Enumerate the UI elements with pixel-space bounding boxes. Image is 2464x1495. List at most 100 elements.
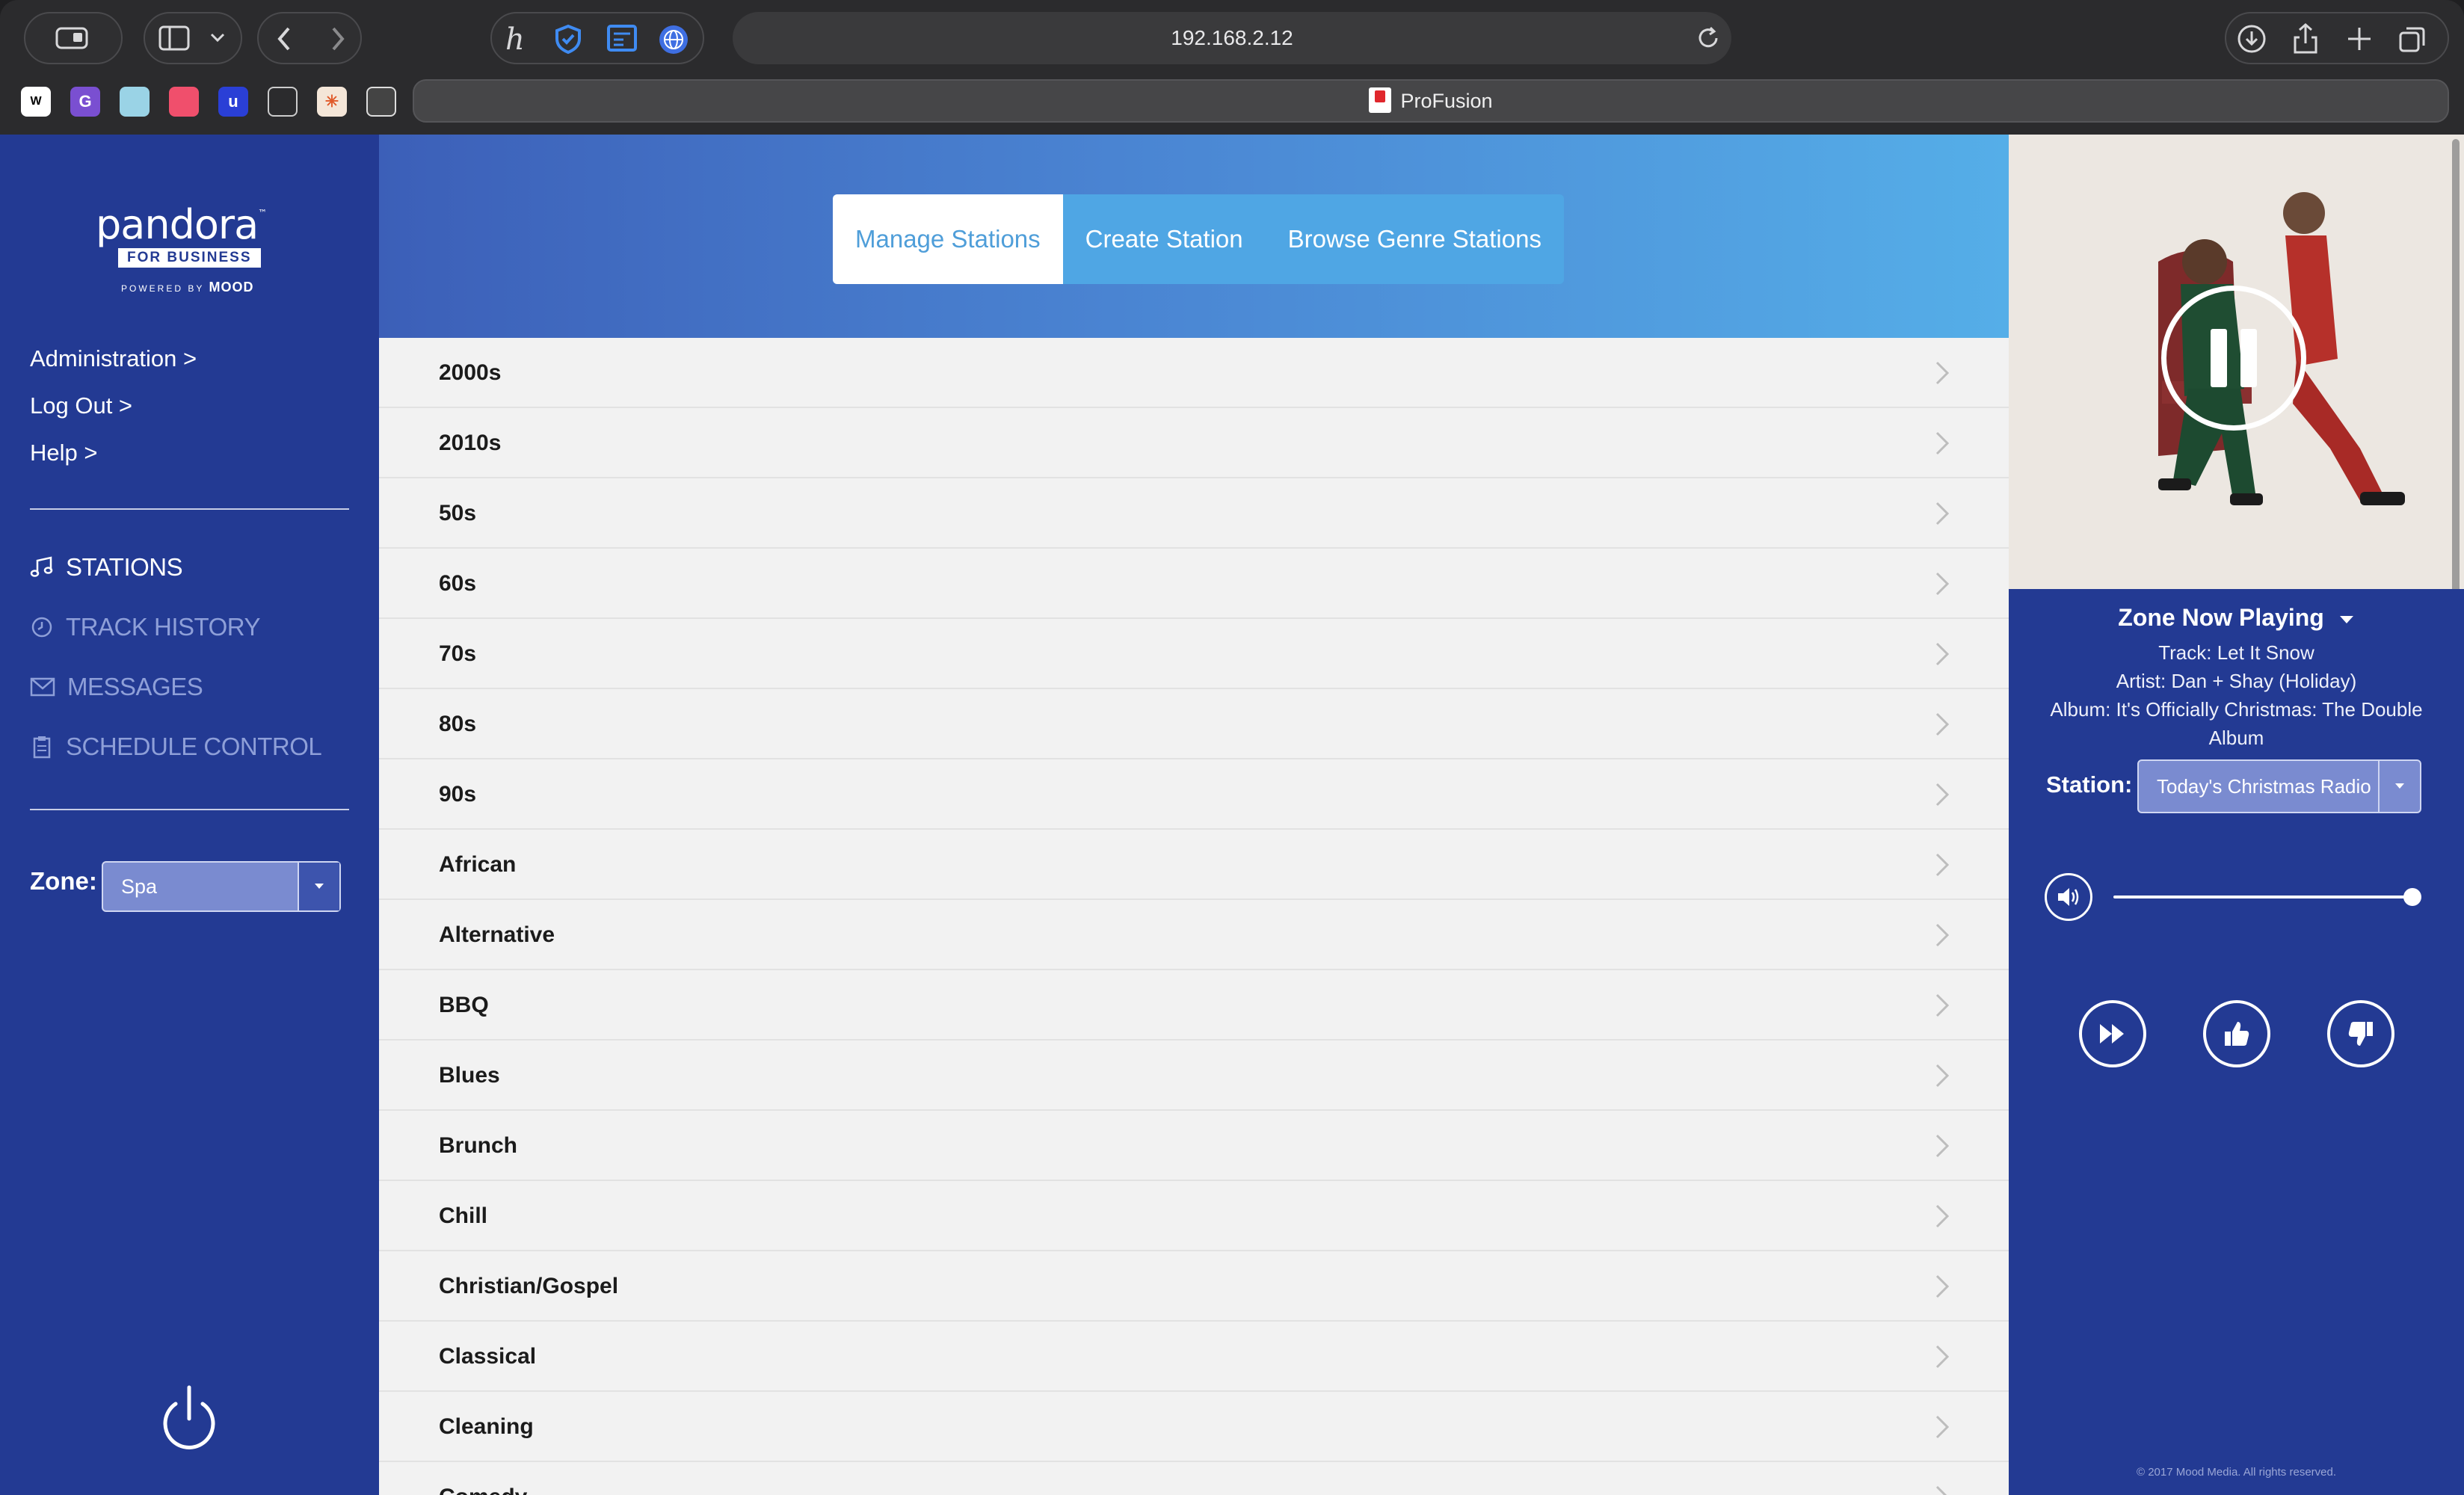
genre-row[interactable]: Blues <box>379 1041 2009 1111</box>
station-tabs: Manage Stations Create Station Browse Ge… <box>833 194 1564 284</box>
nav-schedule-control-label: SCHEDULE CONTROL <box>66 733 322 760</box>
chevron-right-icon <box>1935 572 1950 596</box>
shield-icon[interactable] <box>555 24 582 54</box>
reader-extension-icon[interactable] <box>607 24 637 52</box>
bookmark-icon-3[interactable] <box>120 87 150 117</box>
chevron-right-icon <box>1935 502 1950 525</box>
help-link[interactable]: Help > <box>30 440 97 466</box>
scrollbar[interactable] <box>2452 139 2460 589</box>
sidebar-button[interactable] <box>144 12 242 64</box>
genre-row[interactable]: Alternative <box>379 900 2009 970</box>
administration-link[interactable]: Administration > <box>30 345 197 372</box>
genre-row[interactable]: 2010s <box>379 408 2009 478</box>
chevron-right-icon <box>1935 1415 1950 1439</box>
bookmark-icon-4[interactable] <box>169 87 199 117</box>
reload-icon[interactable] <box>1695 25 1721 51</box>
forward-icon[interactable] <box>326 25 348 52</box>
share-icon[interactable] <box>2292 22 2319 55</box>
window-control[interactable] <box>24 12 123 64</box>
power-button[interactable] <box>155 1381 223 1456</box>
now-playing-album-cont: Album <box>2208 727 2264 749</box>
skip-button[interactable] <box>2079 1000 2146 1067</box>
tab-bar[interactable]: ProFusion <box>413 79 2449 123</box>
genre-row[interactable]: Brunch <box>379 1111 2009 1181</box>
nav-track-history[interactable]: TRACK HISTORY <box>30 613 261 641</box>
nav-schedule-control[interactable]: SCHEDULE CONTROL <box>30 733 322 761</box>
address-text: 192.168.2.12 <box>1171 26 1293 49</box>
chevron-right-icon <box>1935 923 1950 947</box>
nav-messages[interactable]: MESSAGES <box>30 673 203 701</box>
genre-label: Classical <box>439 1344 537 1369</box>
genre-label: BBQ <box>439 993 489 1017</box>
speaker-icon <box>2058 888 2079 906</box>
honey-extension-icon[interactable]: h <box>505 22 525 57</box>
volume-knob[interactable] <box>2403 888 2421 906</box>
globe-icon[interactable] <box>658 24 689 55</box>
address-bar[interactable]: 192.168.2.12 <box>733 12 1731 64</box>
tab-title-text: ProFusion <box>1400 90 1493 112</box>
pandora-logo[interactable]: pandora™ FOR BUSINESS POWERED BY MOOD <box>96 193 283 295</box>
genre-row[interactable]: 50s <box>379 478 2009 549</box>
sidebar-toggle-icon <box>55 27 88 49</box>
divider <box>30 508 349 510</box>
bookmark-icon-8[interactable] <box>366 87 396 117</box>
bookmark-icon-5[interactable]: u <box>218 87 248 117</box>
genre-row[interactable]: African <box>379 830 2009 900</box>
genre-label: African <box>439 852 517 877</box>
app: pandora™ FOR BUSINESS POWERED BY MOOD Ad… <box>0 135 2464 1495</box>
chevron-right-icon <box>1935 361 1950 385</box>
now-playing-track: Track: Let It Snow <box>2158 641 2314 664</box>
volume-button[interactable] <box>2045 873 2092 921</box>
tab-manage-stations[interactable]: Manage Stations <box>833 194 1063 284</box>
chevron-right-icon <box>1935 1204 1950 1228</box>
tab-browse-genre-stations[interactable]: Browse Genre Stations <box>1266 194 1564 284</box>
bookmark-icon-2[interactable]: G <box>70 87 100 117</box>
genre-label: Cleaning <box>439 1414 534 1439</box>
bookmark-icon-7[interactable]: ✳ <box>317 87 347 117</box>
now-playing-album: Album: It's Officially Christmas: The Do… <box>2050 698 2423 721</box>
zone-select[interactable]: Spa <box>102 861 341 912</box>
active-tab[interactable]: ProFusion <box>414 81 2448 121</box>
genre-row[interactable]: BBQ <box>379 970 2009 1041</box>
genre-label: 2010s <box>439 431 502 455</box>
copyright: © 2017 Mood Media. All rights reserved. <box>2136 1466 2337 1479</box>
chevron-right-icon <box>1935 712 1950 736</box>
pause-button[interactable] <box>2161 286 2306 431</box>
genre-label: 80s <box>439 712 477 736</box>
download-icon[interactable] <box>2237 24 2267 54</box>
nav-messages-label: MESSAGES <box>67 673 203 700</box>
thumbs-up-button[interactable] <box>2203 1000 2270 1067</box>
chevron-right-icon <box>1935 1485 1947 1495</box>
tab-create-station[interactable]: Create Station <box>1063 194 1266 284</box>
chevron-right-icon <box>1935 1345 1950 1369</box>
caret-down-icon <box>2378 761 2420 812</box>
genre-row[interactable]: Comedy <box>379 1462 2009 1495</box>
new-tab-icon[interactable] <box>2346 25 2373 52</box>
thumbs-down-button[interactable] <box>2327 1000 2394 1067</box>
volume-slider[interactable] <box>2113 888 2421 906</box>
genre-row[interactable]: 2000s <box>379 338 2009 408</box>
genre-row[interactable]: 80s <box>379 689 2009 759</box>
header-banner: Manage Stations Create Station Browse Ge… <box>379 135 2009 338</box>
thumbs-down-icon <box>2348 1022 2373 1046</box>
genre-row[interactable]: Christian/Gospel <box>379 1251 2009 1322</box>
chevron-right-icon <box>1935 642 1950 666</box>
genre-row[interactable]: Cleaning <box>379 1392 2009 1462</box>
genre-row[interactable]: 90s <box>379 759 2009 830</box>
bookmark-icon-6[interactable] <box>268 87 298 117</box>
genre-row[interactable]: 60s <box>379 549 2009 619</box>
station-select[interactable]: Today's Christmas Radio <box>2137 759 2421 813</box>
album-art <box>2009 135 2464 589</box>
pandora-favicon-icon <box>1369 87 1392 113</box>
genre-row[interactable]: 70s <box>379 619 2009 689</box>
nav-stations[interactable]: STATIONS <box>30 553 183 582</box>
genre-label: 90s <box>439 782 477 807</box>
back-icon[interactable] <box>274 25 296 52</box>
zone-now-playing-title[interactable]: Zone Now Playing <box>2009 604 2464 632</box>
genre-label: 70s <box>439 641 477 666</box>
logout-link[interactable]: Log Out > <box>30 392 132 419</box>
genre-row[interactable]: Chill <box>379 1181 2009 1251</box>
bookmark-icon-1[interactable]: W <box>21 87 51 117</box>
genre-row[interactable]: Classical <box>379 1322 2009 1392</box>
tab-overview-icon[interactable] <box>2398 25 2427 54</box>
